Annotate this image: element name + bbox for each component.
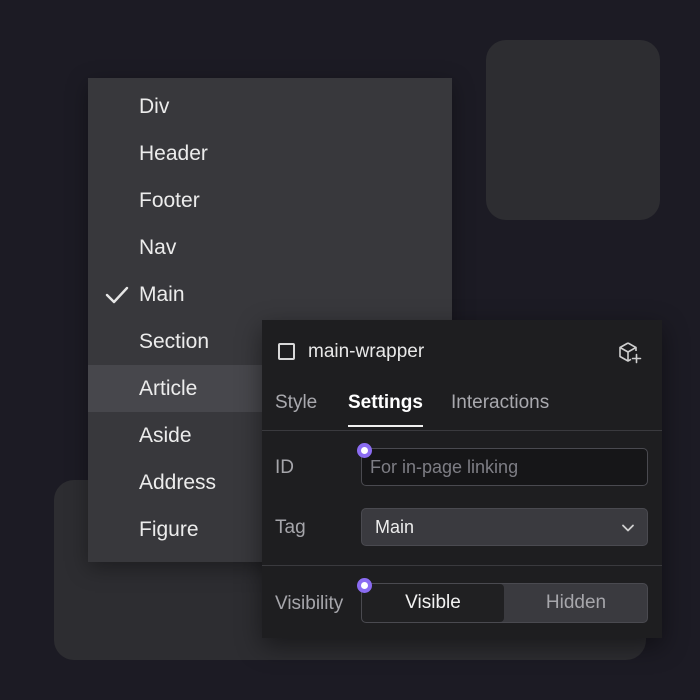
tag-select-value: Main bbox=[375, 517, 415, 537]
menu-item-label: Section bbox=[139, 330, 210, 353]
menu-item-header[interactable]: Header bbox=[88, 130, 452, 177]
id-input[interactable] bbox=[361, 448, 648, 486]
menu-item-label: Figure bbox=[139, 518, 199, 541]
chevron-down-icon bbox=[622, 524, 634, 532]
visibility-label: Visibility bbox=[275, 593, 344, 614]
section-divider bbox=[262, 565, 662, 566]
tag-label: Tag bbox=[275, 517, 306, 538]
element-settings-panel: main-wrapper Style Settings Interactions… bbox=[262, 320, 662, 638]
id-label: ID bbox=[275, 457, 294, 478]
tag-select[interactable]: Main bbox=[361, 508, 648, 546]
checkmark-icon bbox=[105, 286, 129, 303]
menu-item-label: Nav bbox=[139, 236, 177, 259]
binding-dot-icon[interactable] bbox=[357, 578, 372, 593]
menu-item-label: Header bbox=[139, 142, 208, 165]
menu-item-label: Footer bbox=[139, 189, 200, 212]
binding-dot-icon[interactable] bbox=[357, 443, 372, 458]
tab-interactions[interactable]: Interactions bbox=[451, 392, 549, 425]
menu-item-footer[interactable]: Footer bbox=[88, 177, 452, 224]
menu-item-main[interactable]: Main bbox=[88, 271, 452, 318]
menu-item-label: Aside bbox=[139, 424, 192, 447]
menu-item-label: Div bbox=[139, 95, 170, 118]
menu-item-nav[interactable]: Nav bbox=[88, 224, 452, 271]
menu-item-label: Main bbox=[139, 283, 185, 306]
element-checkbox-icon[interactable] bbox=[278, 343, 295, 360]
element-name: main-wrapper bbox=[308, 341, 425, 362]
menu-item-div[interactable]: Div bbox=[88, 83, 452, 130]
menu-item-label: Address bbox=[139, 471, 217, 494]
visibility-toggle: Visible Hidden bbox=[361, 583, 648, 623]
background-card-top bbox=[486, 40, 660, 220]
panel-tabs: Style Settings Interactions bbox=[262, 384, 662, 431]
tab-style[interactable]: Style bbox=[275, 392, 317, 425]
menu-item-label: Article bbox=[139, 377, 198, 400]
visibility-hidden-option[interactable]: Hidden bbox=[505, 584, 647, 622]
tab-settings[interactable]: Settings bbox=[348, 392, 423, 427]
panel-header: main-wrapper bbox=[262, 320, 662, 384]
cube-plus-icon[interactable] bbox=[617, 340, 643, 366]
visibility-visible-option[interactable]: Visible bbox=[362, 584, 504, 622]
